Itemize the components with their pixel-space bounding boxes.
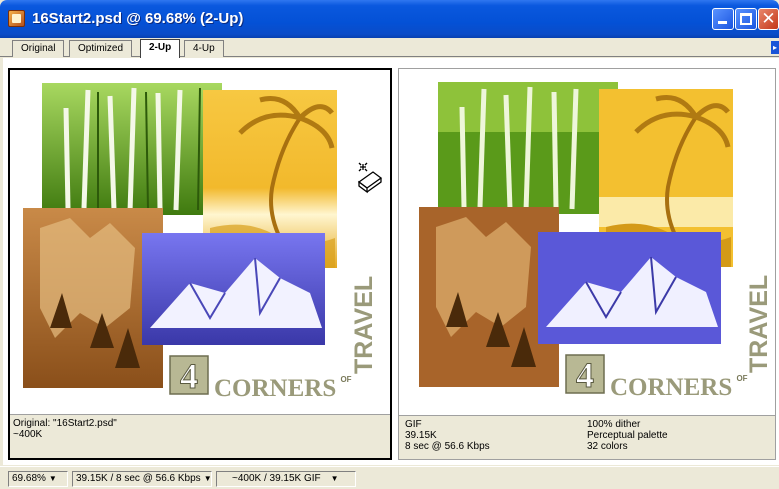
dither-value: 100% dither bbox=[587, 419, 641, 430]
tab-original[interactable]: Original bbox=[12, 40, 65, 57]
file-size-value: 39.15K bbox=[405, 430, 437, 441]
download-time-value: 8 sec @ 56.6 Kbps bbox=[405, 441, 490, 452]
chevron-down-icon: ▼ bbox=[203, 474, 212, 483]
minimize-icon bbox=[718, 21, 727, 24]
eyedropper-sparkle-cursor-icon bbox=[357, 162, 383, 194]
original-artwork: 4 OF CORNERS TRAVEL bbox=[10, 78, 390, 398]
colors-value: 32 colors bbox=[587, 441, 628, 452]
travel-text: TRAVEL bbox=[745, 275, 773, 373]
download-time: 39.15K / 8 sec @ 56.6 Kbps bbox=[76, 473, 201, 484]
original-pane[interactable]: 4 OF CORNERS TRAVEL Original: "16Start2.… bbox=[8, 68, 392, 460]
tab-optimized[interactable]: Optimized bbox=[69, 40, 133, 57]
close-button[interactable]: ✕ bbox=[758, 8, 779, 30]
original-size: ~400K bbox=[13, 429, 43, 440]
chevron-down-icon: ▼ bbox=[48, 474, 57, 483]
original-filename: Original: "16Start2.psd" bbox=[13, 418, 117, 429]
number-four: 4 bbox=[180, 356, 198, 396]
close-icon: ✕ bbox=[761, 9, 776, 29]
file-size-status: ~400K / 39.15K GIF bbox=[232, 473, 321, 484]
photoshop-document-icon[interactable] bbox=[8, 10, 25, 27]
tab-scroll-right-icon[interactable]: ▸ bbox=[771, 41, 779, 54]
of-text: OF bbox=[340, 375, 351, 384]
number-four: 4 bbox=[576, 355, 594, 395]
minimize-button[interactable] bbox=[712, 8, 734, 30]
chevron-down-icon: ▼ bbox=[330, 474, 339, 483]
optimized-pane[interactable]: 4 OF CORNERS TRAVEL GIF 39.15K 8 sec @ 5… bbox=[398, 68, 776, 460]
window-title: 16Start2.psd @ 69.68% (2-Up) bbox=[32, 10, 244, 27]
status-bar: 69.68% ▼ 39.15K / 8 sec @ 56.6 Kbps ▼ ~400… bbox=[0, 466, 779, 489]
of-text: OF bbox=[736, 374, 747, 383]
format-value: GIF bbox=[405, 419, 422, 430]
travel-text: TRAVEL bbox=[350, 276, 378, 374]
maximize-button[interactable] bbox=[735, 8, 757, 30]
document-canvas: 4 OF CORNERS TRAVEL Original: "16Start2.… bbox=[3, 58, 779, 465]
optimized-artwork: 4 OF CORNERS TRAVEL bbox=[399, 77, 775, 397]
palette-value: Perceptual palette bbox=[587, 430, 668, 441]
zoom-level: 69.68% bbox=[12, 473, 46, 484]
corners-text: CORNERS bbox=[610, 374, 732, 397]
zoom-level-select[interactable]: 69.68% ▼ bbox=[8, 471, 68, 487]
tab-4-up[interactable]: 4-Up bbox=[184, 40, 224, 57]
download-time-select[interactable]: 39.15K / 8 sec @ 56.6 Kbps ▼ bbox=[72, 471, 212, 487]
file-size-select[interactable]: ~400K / 39.15K GIF ▼ bbox=[216, 471, 356, 487]
maximize-icon bbox=[740, 13, 752, 25]
tab-2-up[interactable]: 2-Up bbox=[140, 39, 181, 58]
view-tabs: Original Optimized 2-Up 4-Up ▸ bbox=[0, 38, 779, 58]
title-bar[interactable]: 16Start2.psd @ 69.68% (2-Up) ✕ bbox=[0, 0, 779, 38]
corners-text: CORNERS bbox=[214, 375, 336, 398]
optimized-info: GIF 39.15K 8 sec @ 56.6 Kbps 100% dither… bbox=[399, 415, 775, 459]
original-info: Original: "16Start2.psd" ~400K bbox=[10, 414, 390, 458]
